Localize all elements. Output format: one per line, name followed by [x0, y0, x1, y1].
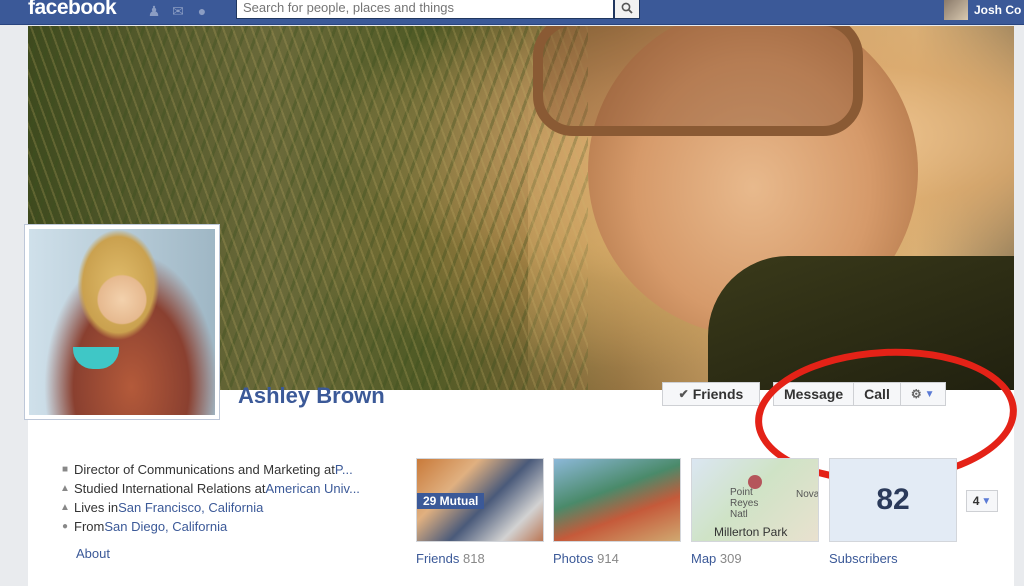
about-row-work: ■ Director of Communications and Marketi…	[28, 460, 408, 479]
subscribers-label: Subscribers	[829, 551, 898, 566]
check-icon: ✔	[678, 387, 689, 401]
search-button[interactable]	[614, 0, 640, 19]
profile-name[interactable]: Ashley Brown	[238, 383, 385, 409]
about-from-text: From	[74, 519, 105, 534]
about-row-education: ▲ Studied International Relations at Ame…	[28, 479, 408, 498]
about-lives-link[interactable]: San Francisco, California	[118, 500, 263, 515]
about-education-link[interactable]: American Univ...	[266, 481, 360, 496]
chevron-down-icon: ▼	[981, 495, 992, 507]
friends-label: Friends	[416, 551, 460, 566]
photos-label: Photos	[553, 551, 594, 566]
search-box[interactable]	[236, 0, 614, 19]
location-pin-icon: ●	[61, 521, 69, 532]
map-tile[interactable]: Point Reyes Natl Millerton Park Nova Map…	[691, 458, 819, 566]
cover-sunglasses	[533, 26, 863, 136]
subscribers-thumbnail: 82	[829, 458, 957, 542]
notification-jewels: ♟ ✉ ●	[145, 2, 211, 20]
search-icon	[621, 2, 633, 14]
subscribers-tile[interactable]: 82 Subscribers	[829, 458, 957, 566]
map-nova-label: Nova	[796, 489, 819, 500]
map-thumbnail: Point Reyes Natl Millerton Park Nova	[691, 458, 819, 542]
cocktail-glass	[73, 347, 119, 369]
about-section: ■ Director of Communications and Marketi…	[28, 460, 408, 536]
map-place-label: Point Reyes Natl	[730, 487, 759, 520]
subscribers-count: 82	[876, 483, 910, 516]
about-row-lives: ▲ Lives in San Francisco, California	[28, 498, 408, 517]
about-from-link[interactable]: San Diego, California	[104, 519, 227, 534]
photos-caption: Photos 914	[553, 551, 681, 566]
map-park-label: Millerton Park	[714, 525, 788, 539]
briefcase-icon: ■	[61, 464, 69, 475]
user-profile-link[interactable]: Josh Co	[944, 0, 1021, 20]
user-avatar	[944, 0, 968, 20]
friends-button-label: Friends	[692, 386, 744, 402]
about-work-text: Director of Communications and Marketing…	[74, 462, 335, 477]
messages-icon[interactable]: ✉	[169, 2, 187, 20]
profile-picture-image	[29, 229, 215, 415]
house-icon: ▲	[60, 502, 70, 513]
graduation-cap-icon: ▲	[60, 483, 70, 494]
friends-tile[interactable]: 29 Mutual Friends 818	[416, 458, 544, 566]
about-education-text: Studied International Relations at	[74, 481, 266, 496]
user-name: Josh Co	[974, 3, 1022, 17]
photos-tile[interactable]: Photos 914	[553, 458, 681, 566]
subscribers-caption: Subscribers	[829, 551, 957, 566]
friends-caption: Friends 818	[416, 551, 544, 566]
map-count: 309	[719, 551, 742, 566]
friends-count: 818	[462, 551, 485, 566]
top-navigation-bar: facebook ♟ ✉ ● Josh Co	[0, 0, 1024, 25]
profile-picture[interactable]	[24, 224, 220, 420]
about-link[interactable]: About	[76, 546, 110, 561]
search-input[interactable]	[237, 0, 609, 16]
photos-thumbnail	[553, 458, 681, 542]
more-sections-count: 4	[972, 494, 980, 508]
map-label: Map	[691, 551, 717, 566]
about-lives-text: Lives in	[74, 500, 119, 515]
photos-count: 914	[597, 551, 619, 566]
friends-button[interactable]: ✔ Friends	[662, 382, 760, 406]
mutual-friends-badge: 29 Mutual	[417, 493, 485, 509]
facebook-logo[interactable]: facebook	[28, 0, 117, 20]
more-sections-button[interactable]: 4 ▼	[966, 490, 998, 512]
notifications-globe-icon[interactable]: ●	[193, 2, 211, 20]
friends-thumbnail: 29 Mutual	[416, 458, 544, 542]
about-work-link[interactable]: P...	[335, 462, 353, 477]
map-caption: Map 309	[691, 551, 819, 566]
friend-requests-icon[interactable]: ♟	[145, 2, 163, 20]
about-row-from: ● From San Diego, California	[28, 517, 408, 536]
